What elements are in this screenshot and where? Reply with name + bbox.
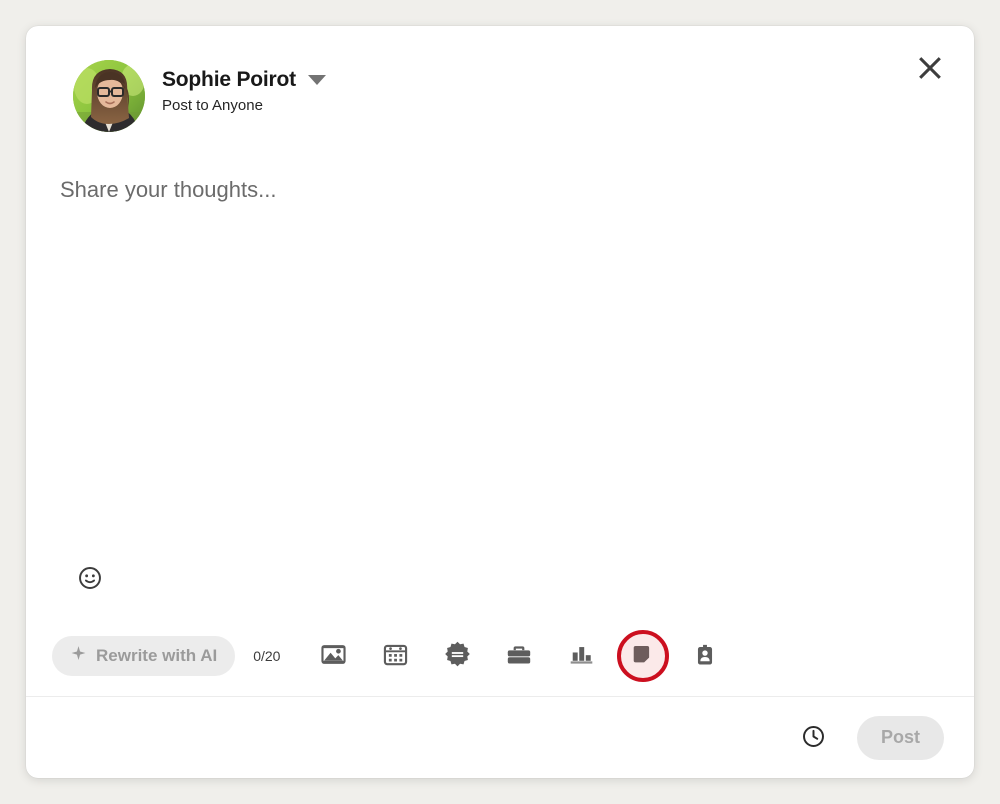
audience-label[interactable]: Post to Anyone bbox=[162, 97, 326, 114]
post-composer-modal: Sophie Poirot Post to Anyone Share your … bbox=[26, 26, 974, 778]
toolbar-icon-group bbox=[302, 628, 736, 684]
sparkle-icon bbox=[70, 645, 87, 667]
briefcase-icon bbox=[505, 641, 533, 672]
document-button[interactable] bbox=[612, 628, 674, 684]
header-text: Sophie Poirot Post to Anyone bbox=[162, 60, 326, 114]
job-button[interactable] bbox=[488, 628, 550, 684]
composer-placeholder: Share your thoughts... bbox=[60, 177, 277, 202]
composer-header: Sophie Poirot Post to Anyone bbox=[73, 60, 326, 132]
add-media-button[interactable] bbox=[302, 628, 364, 684]
poll-button[interactable] bbox=[550, 628, 612, 684]
id-badge-icon bbox=[692, 642, 718, 671]
schedule-button[interactable] bbox=[791, 715, 837, 761]
award-badge-icon bbox=[443, 640, 472, 672]
close-button[interactable] bbox=[906, 44, 954, 92]
document-icon bbox=[631, 642, 656, 670]
image-icon bbox=[320, 641, 347, 671]
avatar[interactable] bbox=[73, 60, 145, 132]
post-text-area[interactable]: Share your thoughts... bbox=[60, 176, 954, 556]
character-counter: 0/20 bbox=[253, 648, 281, 664]
id-badge-button[interactable] bbox=[674, 628, 736, 684]
name-row: Sophie Poirot bbox=[162, 68, 326, 92]
close-icon bbox=[917, 55, 943, 81]
calendar-icon bbox=[382, 641, 409, 671]
add-event-button[interactable] bbox=[364, 628, 426, 684]
smiley-icon bbox=[77, 565, 103, 594]
clock-icon bbox=[801, 724, 826, 752]
emoji-row bbox=[70, 559, 110, 599]
composer-toolbar: Rewrite with AI 0/20 bbox=[52, 619, 954, 693]
composer-footer: Post bbox=[26, 696, 974, 778]
chevron-down-icon[interactable] bbox=[307, 75, 326, 85]
celebrate-button[interactable] bbox=[426, 628, 488, 684]
poll-bars-icon bbox=[568, 641, 595, 671]
emoji-button[interactable] bbox=[70, 559, 110, 599]
post-button[interactable]: Post bbox=[856, 715, 944, 760]
rewrite-with-ai-label: Rewrite with AI bbox=[96, 646, 218, 665]
rewrite-with-ai-button[interactable]: Rewrite with AI bbox=[52, 636, 236, 676]
display-name: Sophie Poirot bbox=[162, 68, 296, 91]
